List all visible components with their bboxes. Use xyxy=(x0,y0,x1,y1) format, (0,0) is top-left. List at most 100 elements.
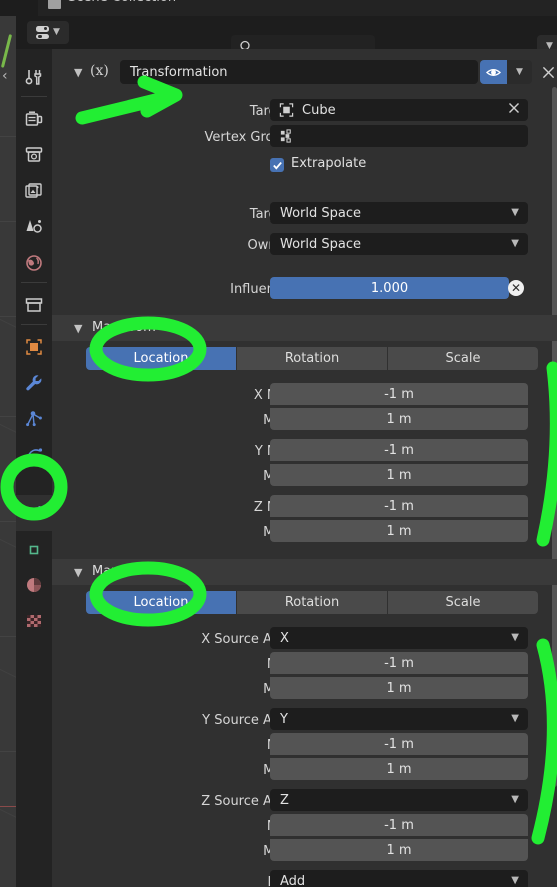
map-to-z-max-row: Max 1 m xyxy=(52,839,557,864)
green-triangle-icon xyxy=(29,545,39,555)
sidebar-item-world[interactable] xyxy=(16,245,52,281)
map-from-z-max-field[interactable]: 1 m xyxy=(270,520,528,542)
map-to-x-axis-row: X Source Axis X ▼ xyxy=(52,627,557,652)
sidebar-item-constraints[interactable] xyxy=(16,495,52,531)
vertex-group-icon xyxy=(279,129,294,144)
map-from-z-max-row: Max 1 m xyxy=(52,520,557,545)
influence-row: Influence 1.000 ✕ xyxy=(52,277,557,302)
map-to-z-min-field[interactable]: -1 m xyxy=(270,814,528,836)
map-from-x-max-row: Max 1 m xyxy=(52,408,557,433)
map-to-x-axis-value: X xyxy=(280,630,289,646)
target-object-field[interactable]: Cube xyxy=(270,99,528,121)
map-from-tab-location[interactable]: Location xyxy=(86,347,237,370)
properties-tab-strip xyxy=(16,49,52,887)
chevron-down-icon: ▼ xyxy=(511,207,519,218)
outliner-tail: Scene Collection xyxy=(0,0,557,16)
extrapolate-checkbox[interactable] xyxy=(270,158,284,172)
target-object-row: Target Cube xyxy=(52,99,557,124)
constraint-delete-button[interactable] xyxy=(536,60,557,84)
map-to-y-min-field[interactable]: -1 m xyxy=(270,733,528,755)
sidebar-item-material[interactable] xyxy=(16,567,52,603)
orange-square-icon xyxy=(26,339,42,355)
map-to-z-min-row: Min -1 m xyxy=(52,814,557,839)
check-icon xyxy=(272,161,282,170)
target-space-row: Target World Space ▼ xyxy=(52,202,557,227)
sidebar-item-particles[interactable] xyxy=(16,401,52,437)
extrapolate-row: Extrapolate xyxy=(52,155,557,180)
influence-reset-x-circle-icon[interactable]: ✕ xyxy=(508,280,524,296)
map-from-tab-rotation[interactable]: Rotation xyxy=(237,347,388,370)
map-to-y-min-row: Min -1 m xyxy=(52,733,557,758)
constraint-visibility-toggle[interactable] xyxy=(480,60,507,84)
sidebar-item-output[interactable] xyxy=(16,137,52,173)
map-to-z-axis-row: Z Source Axis Z ▼ xyxy=(52,789,557,814)
sidebar-item-collection[interactable] xyxy=(16,287,52,323)
owner-space-dropdown[interactable]: World Space ▼ xyxy=(270,233,528,255)
map-to-z-axis-dropdown[interactable]: Z ▼ xyxy=(270,789,528,811)
properties-editor: ▼ ▼ ▼ (x) Transformation ▼ Cube Vertex G… xyxy=(16,16,557,887)
map-from-header[interactable]: ▼ Map From xyxy=(52,315,557,341)
sidebar-item-modifiers[interactable] xyxy=(16,365,52,401)
map-to-y-axis-row: Y Source Axis Y ▼ xyxy=(52,708,557,733)
target-space-dropdown[interactable]: World Space ▼ xyxy=(270,202,528,224)
map-to-y-axis-label: Y Source Axis xyxy=(202,713,290,728)
map-to-header[interactable]: ▼ Map To xyxy=(52,559,557,585)
map-from-y-max-row: Max 1 m xyxy=(52,464,557,489)
viewport-sliver[interactable]: ‹ xyxy=(0,16,16,887)
map-to-y-axis-dropdown[interactable]: Y ▼ xyxy=(270,708,528,730)
map-from-x-max-field[interactable]: 1 m xyxy=(270,408,528,430)
chevron-down-icon: ▼ xyxy=(511,713,519,724)
editor-type-button[interactable]: ▼ xyxy=(27,21,69,44)
map-from-z-min-field[interactable]: -1 m xyxy=(270,495,528,517)
map-from-tab-scale[interactable]: Scale xyxy=(388,347,538,370)
map-to-x-max-field[interactable]: 1 m xyxy=(270,677,528,699)
sidebar-item-tool[interactable] xyxy=(16,59,52,95)
map-to-x-axis-label: X Source Axis xyxy=(201,632,290,647)
mix-row: Mix Add ▼ xyxy=(52,870,557,887)
sidebar-item-scene[interactable] xyxy=(16,209,52,245)
vertex-group-row: Vertex Group xyxy=(52,125,557,150)
map-from-x-min-field[interactable]: -1 m xyxy=(270,383,528,405)
map-to-z-axis-label: Z Source Axis xyxy=(201,794,290,809)
map-to-x-axis-dropdown[interactable]: X ▼ xyxy=(270,627,528,649)
map-from-mode-tabs: Location Rotation Scale xyxy=(86,347,538,370)
owner-space-value: World Space xyxy=(280,236,362,252)
cone-droplet-icon xyxy=(26,220,42,233)
constraint-expand-chevron-down-icon[interactable]: ▼ xyxy=(74,66,82,79)
sidebar-item-physics[interactable] xyxy=(16,437,52,473)
map-from-y-min-field[interactable]: -1 m xyxy=(270,439,528,461)
map-to-x-min-field[interactable]: -1 m xyxy=(270,652,528,674)
map-to-tab-scale[interactable]: Scale xyxy=(388,591,538,614)
camera-back-icon xyxy=(25,111,43,126)
map-to-x-max-row: Max 1 m xyxy=(52,677,557,702)
vertex-group-field[interactable] xyxy=(270,125,528,147)
influence-slider[interactable]: 1.000 xyxy=(270,277,509,299)
map-from-z-min-row: Z Min -1 m xyxy=(52,495,557,520)
owner-space-row: Owner World Space ▼ xyxy=(52,233,557,258)
chevron-down-icon: ▼ xyxy=(53,27,60,37)
constraint-name-field[interactable]: Transformation xyxy=(120,60,478,84)
chevron-down-icon: ▼ xyxy=(511,794,519,805)
map-to-tab-location[interactable]: Location xyxy=(86,591,237,614)
sidebar-item-object-data[interactable] xyxy=(16,531,52,567)
sidebar-collapse-arrow-icon[interactable]: ‹ xyxy=(2,69,8,83)
constraint-extras-button[interactable]: ▼ xyxy=(507,60,532,84)
target-clear-close-icon[interactable] xyxy=(508,102,520,118)
material-sphere-icon xyxy=(27,578,41,592)
sidebar-item-render[interactable] xyxy=(16,101,52,137)
map-to-z-max-field[interactable]: 1 m xyxy=(270,839,528,861)
constraint-icon xyxy=(25,506,42,521)
sidebar-item-texture[interactable] xyxy=(16,603,52,639)
world-globe-icon xyxy=(26,255,42,271)
sidebar-item-object[interactable] xyxy=(16,329,52,365)
viewport-red-axis xyxy=(0,806,16,807)
mix-dropdown[interactable]: Add ▼ xyxy=(270,870,528,887)
properties-editor-icon xyxy=(36,25,51,40)
map-from-y-min-row: Y Min -1 m xyxy=(52,439,557,464)
map-to-y-max-field[interactable]: 1 m xyxy=(270,758,528,780)
map-to-tab-rotation[interactable]: Rotation xyxy=(237,591,388,614)
box-icon xyxy=(25,298,43,312)
sidebar-item-view-layer[interactable] xyxy=(16,173,52,209)
mix-value: Add xyxy=(280,873,306,887)
map-from-y-max-field[interactable]: 1 m xyxy=(270,464,528,486)
